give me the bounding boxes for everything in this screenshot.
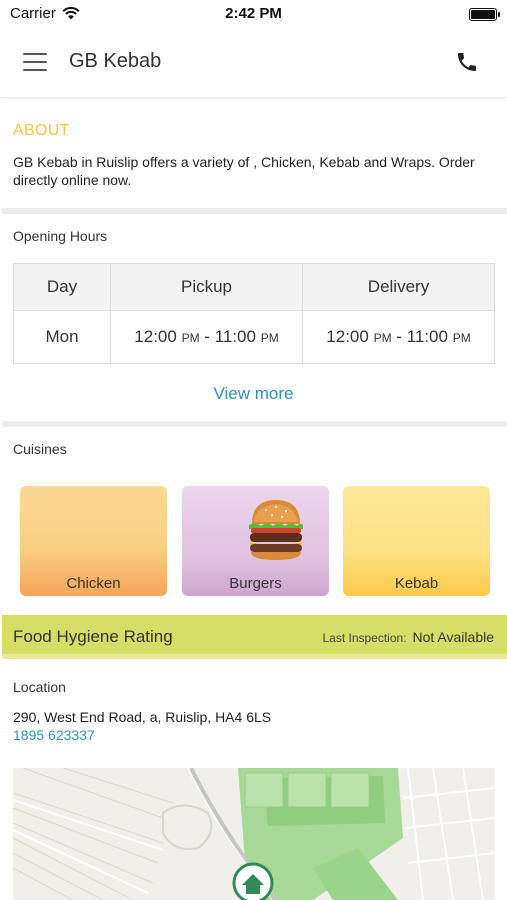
food-hygiene-bar: Food Hygiene Rating Last Inspection: Not …: [2, 615, 507, 659]
pickup-hours-cell: 12:00 PM - 11:00 PM: [110, 310, 303, 364]
cuisine-label: Kebab: [394, 575, 439, 592]
column-header-delivery: Delivery: [302, 263, 495, 311]
location-title: Location: [13, 679, 66, 695]
view-more-link[interactable]: View more: [0, 384, 507, 404]
cuisine-card-chicken[interactable]: Chicken: [20, 486, 167, 596]
opening-hours-table: Day Pickup Delivery Mon 12:00 PM - 11:00…: [13, 263, 495, 364]
food-hygiene-title: Food Hygiene Rating: [13, 627, 173, 646]
section-divider: [2, 421, 507, 427]
cuisine-label: Burgers: [229, 575, 282, 592]
battery-icon: [469, 8, 500, 21]
cuisine-card-kebab[interactable]: Kebab: [343, 486, 490, 596]
last-inspection-value: Not Available: [412, 629, 494, 645]
cuisine-card-burgers[interactable]: Burgers: [182, 486, 329, 596]
section-divider: [2, 208, 507, 214]
table-row: Mon 12:00 PM - 11:00 PM 12:00 PM - 11:00…: [13, 310, 495, 364]
menu-icon[interactable]: [23, 53, 47, 71]
map-graphic: [13, 768, 495, 900]
column-header-day: Day: [13, 263, 111, 311]
last-inspection-label: Last Inspection:: [322, 631, 407, 645]
phone-link[interactable]: 1895 623337: [13, 727, 95, 743]
burger-image: [249, 500, 303, 560]
nav-bar: GB Kebab: [0, 28, 507, 98]
delivery-hours-cell: 12:00 PM - 11:00 PM: [302, 310, 495, 364]
column-header-pickup: Pickup: [110, 263, 303, 311]
about-text: GB Kebab in Ruislip offers a variety of …: [13, 154, 475, 188]
opening-hours-title: Opening Hours: [13, 228, 108, 244]
status-bar: Carrier 2:42 PM: [0, 0, 507, 28]
cuisines-title: Cuisines: [13, 441, 67, 457]
about-title: ABOUT: [13, 122, 70, 139]
last-inspection: Last Inspection: Not Available: [322, 629, 494, 645]
status-time: 2:42 PM: [225, 5, 282, 22]
day-cell: Mon: [13, 310, 111, 364]
address-text: 290, West End Road, a, Ruislip, HA4 6LS: [13, 709, 272, 725]
table-header-row: Day Pickup Delivery: [13, 263, 495, 311]
page-title: GB Kebab: [69, 50, 162, 72]
location-map[interactable]: [13, 768, 495, 900]
cuisine-label: Chicken: [66, 575, 121, 592]
phone-icon[interactable]: [455, 50, 479, 74]
